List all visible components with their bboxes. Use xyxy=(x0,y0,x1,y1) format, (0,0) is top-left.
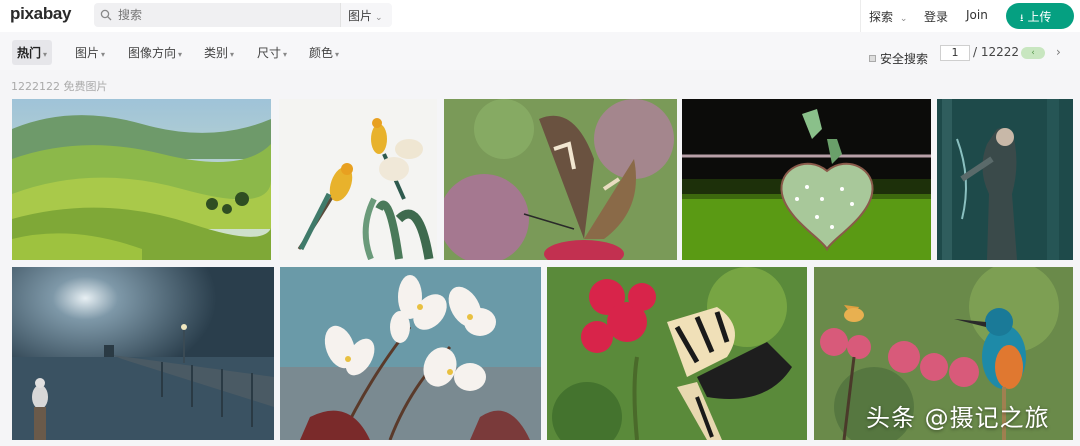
photo-card-pier[interactable] xyxy=(12,267,274,440)
search-scope-label: 图片 xyxy=(348,9,373,23)
landscape-photo xyxy=(12,99,271,260)
upload-label: 上传 xyxy=(1027,10,1052,24)
photo-card-parrots[interactable] xyxy=(279,99,437,260)
butterfly-photo xyxy=(444,99,677,260)
pier-night-photo xyxy=(12,267,274,440)
filter-label: 类别 xyxy=(204,46,229,60)
filter-size[interactable]: 尺寸 ▾ xyxy=(257,44,287,61)
photo-card-blossoms[interactable] xyxy=(280,267,541,440)
caret-down-icon: ▾ xyxy=(230,50,235,59)
search-scope-dropdown[interactable]: 图片 ⌄ xyxy=(340,3,392,27)
next-page-button[interactable]: › xyxy=(1056,45,1061,59)
divider xyxy=(860,0,861,32)
chevron-right-icon: › xyxy=(1056,45,1061,59)
filter-label: 颜色 xyxy=(309,46,334,60)
filter-image-type[interactable]: 图片 ▾ xyxy=(75,44,105,61)
white-blossoms-photo xyxy=(280,267,541,440)
join-link[interactable]: Join xyxy=(966,8,988,22)
photo-card-swallowtail[interactable] xyxy=(547,267,807,440)
safe-search-toggle[interactable]: 安全搜索 xyxy=(869,50,928,67)
search-icon xyxy=(100,9,112,21)
filter-orientation[interactable]: 图像方向 ▾ xyxy=(128,44,182,61)
checkbox-icon xyxy=(869,55,876,62)
login-link[interactable]: 登录 xyxy=(924,8,948,25)
explore-label: 探索 xyxy=(869,10,894,24)
prev-page-button[interactable]: ‹ xyxy=(1021,47,1045,59)
parrots-illustration xyxy=(279,99,437,260)
filter-label: 图像方向 xyxy=(128,46,177,60)
caret-down-icon: ▾ xyxy=(335,50,340,59)
search-input[interactable] xyxy=(118,6,318,24)
heart-ornament-photo xyxy=(682,99,931,260)
image-gallery: 1222122 免费图片 头条 @摄记之旅 xyxy=(0,70,1080,446)
swallowtail-butterfly-photo xyxy=(547,267,807,440)
filter-color[interactable]: 颜色 ▾ xyxy=(309,44,339,61)
page-total: / 12222 xyxy=(973,45,1020,59)
photo-card-heart[interactable] xyxy=(682,99,931,260)
photo-card-butterfly[interactable] xyxy=(444,99,677,260)
pixabay-logo[interactable]: pixabay xyxy=(10,4,72,24)
chevron-down-icon: ⌄ xyxy=(375,13,383,23)
watermark: 头条 @摄记之旅 xyxy=(866,404,1050,432)
page-number-input[interactable]: 1 xyxy=(940,45,970,61)
filter-bar: 热门 ▾ 图片 ▾ 图像方向 ▾ 类别 ▾ 尺寸 ▾ 颜色 ▾ 安全搜索 1 / 12222… xyxy=(0,32,1080,70)
caret-down-icon: ▾ xyxy=(178,50,183,59)
chevron-left-icon: ‹ xyxy=(1031,48,1035,58)
photo-card-warrior[interactable] xyxy=(937,99,1073,260)
caret-down-icon: ▾ xyxy=(43,50,48,59)
chevron-down-icon: ⌄ xyxy=(899,14,908,24)
warrior-woman-photo xyxy=(937,99,1073,260)
top-bar: pixabay 图片⌄ 探索 ⌄ 登录 Join ⭳上传 xyxy=(0,0,1080,32)
caret-down-icon: ▾ xyxy=(101,50,106,59)
filter-category[interactable]: 类别 ▾ xyxy=(204,44,234,61)
upload-icon: ⭳ xyxy=(1020,13,1024,24)
filter-label: 热门 xyxy=(17,46,42,60)
filter-popular[interactable]: 热门 ▾ xyxy=(12,40,53,65)
filter-label: 图片 xyxy=(75,46,100,60)
safe-search-label: 安全搜索 xyxy=(880,52,929,66)
search-box[interactable] xyxy=(94,3,340,27)
photo-card-hills[interactable] xyxy=(12,99,271,260)
upload-button[interactable]: ⭳ 上传 xyxy=(1006,3,1074,29)
filter-label: 尺寸 xyxy=(257,46,282,60)
caret-down-icon: ▾ xyxy=(283,50,288,59)
explore-menu[interactable]: 探索 ⌄ xyxy=(869,8,907,25)
result-count: 1222122 免费图片 xyxy=(11,80,108,93)
